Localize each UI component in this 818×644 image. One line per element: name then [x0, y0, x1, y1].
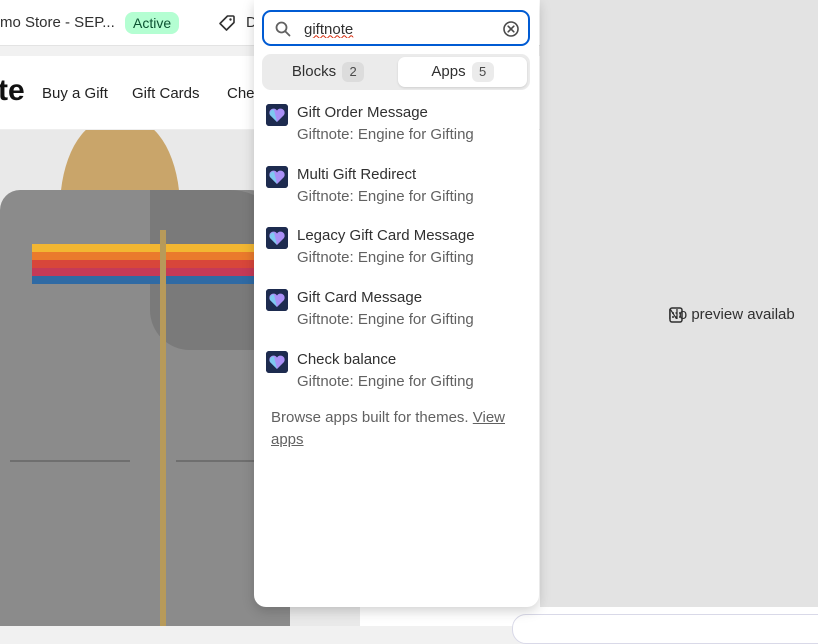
giftnote-heart-icon [266, 351, 288, 373]
giftnote-heart-icon [266, 104, 288, 126]
browse-apps-text: Browse apps built for themes. View apps [271, 407, 526, 451]
item-subtitle: Giftnote: Engine for Gifting [297, 373, 474, 390]
clear-icon[interactable] [502, 20, 520, 38]
giftnote-heart-icon [266, 289, 288, 311]
bottom-toolbar[interactable] [512, 614, 818, 644]
tab-apps-count: 5 [471, 62, 494, 82]
store-name[interactable]: mo Store - SEP... [0, 14, 115, 31]
tab-blocks-count: 2 [342, 62, 365, 82]
nav-link-gift-cards[interactable]: Gift Cards [132, 85, 200, 102]
tab-blocks-label: Blocks [291, 63, 337, 80]
search-field[interactable] [262, 10, 530, 46]
list-item[interactable]: Gift Card Message Giftnote: Engine for G… [254, 285, 539, 341]
item-subtitle: Giftnote: Engine for Gifting [297, 249, 474, 266]
nav-link-check[interactable]: Che [227, 85, 255, 102]
list-item[interactable]: Check balance Giftnote: Engine for Gifti… [254, 347, 539, 403]
tab-apps[interactable]: Apps 5 [398, 57, 527, 87]
site-logo[interactable]: te [0, 74, 25, 108]
add-block-popover: Blocks 2 Apps 5 Gift Order Message Giftnot… [254, 0, 539, 607]
hoodie-stripe [32, 244, 262, 252]
search-input[interactable] [304, 18, 494, 40]
item-title: Check balance [297, 351, 397, 368]
hoodie-pocket [10, 460, 130, 540]
search-icon [275, 21, 291, 37]
item-title: Gift Order Message [297, 104, 428, 121]
item-subtitle: Giftnote: Engine for Gifting [297, 126, 474, 143]
hoodie-zipper [160, 230, 166, 626]
list-item[interactable]: Gift Order Message Giftnote: Engine for … [254, 100, 539, 156]
item-title: Legacy Gift Card Message [297, 227, 475, 244]
giftnote-heart-icon [266, 227, 288, 249]
item-title: Multi Gift Redirect [297, 166, 417, 183]
item-title: Gift Card Message [297, 289, 423, 306]
preview-panel: No preview availab [540, 0, 818, 607]
status-badge: Active [125, 12, 180, 34]
tab-apps-label: Apps [431, 63, 466, 80]
list-item[interactable]: Multi Gift Redirect Giftnote: Engine for… [254, 162, 539, 218]
tab-blocks[interactable]: Blocks 2 [265, 57, 391, 87]
browse-apps-label: Browse apps built for themes. [271, 409, 469, 426]
no-preview-text: No preview availab [668, 306, 795, 323]
hoodie-stripe [32, 276, 262, 284]
list-item[interactable]: Legacy Gift Card Message Giftnote: Engin… [254, 223, 539, 279]
tab-group: Blocks 2 Apps 5 [262, 54, 530, 90]
tag-icon[interactable] [218, 14, 236, 32]
hoodie-stripe [32, 260, 262, 268]
item-subtitle: Giftnote: Engine for Gifting [297, 188, 474, 205]
hoodie-stripe [32, 252, 262, 260]
item-subtitle: Giftnote: Engine for Gifting [297, 311, 474, 328]
giftnote-heart-icon [266, 166, 288, 188]
nav-link-buy-a-gift[interactable]: Buy a Gift [42, 85, 108, 102]
hoodie-stripe [32, 268, 262, 276]
no-preview-icon [669, 307, 683, 323]
